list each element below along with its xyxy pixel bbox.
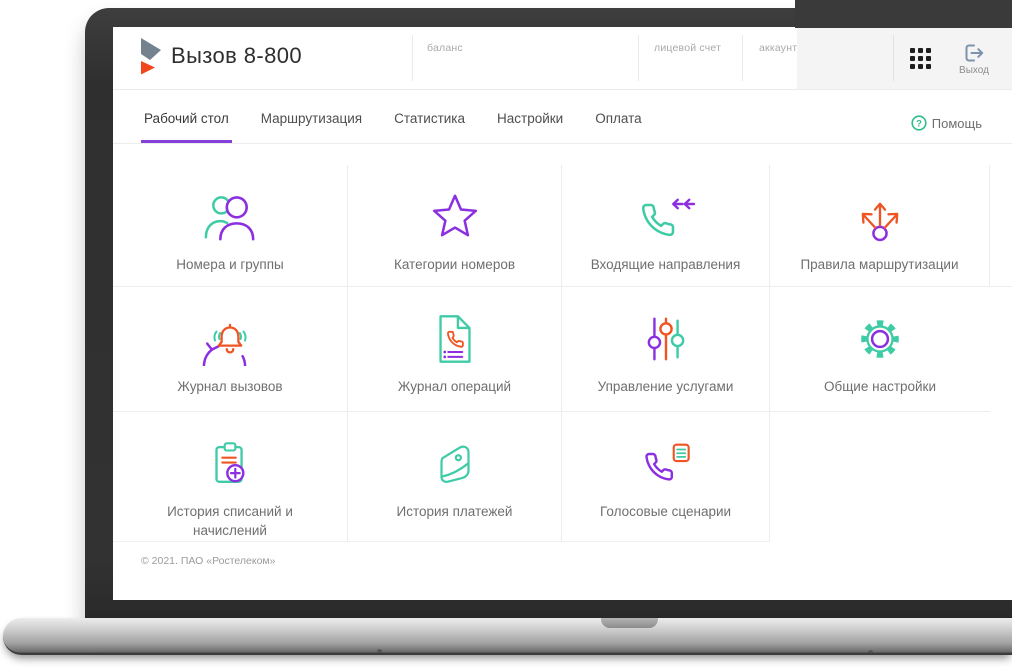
tab-statistics[interactable]: Статистика	[391, 111, 468, 143]
tile-number-categories[interactable]: Категории номеров	[348, 165, 562, 287]
logout-label: Выход	[959, 65, 989, 76]
tile-label: Общие настройки	[823, 379, 937, 394]
tile-general-settings[interactable]: Общие настройки	[770, 287, 990, 412]
operations-log-icon	[438, 315, 471, 363]
call-log-icon	[202, 323, 247, 366]
tile-label: Журнал вызовов	[177, 379, 283, 394]
tile-label: История списаний и начислений	[167, 503, 293, 539]
tile-service-management[interactable]: Управление услугами	[562, 287, 770, 412]
app-header: Вызов 8-800 баланс лицевой счет аккаунт	[113, 27, 1012, 90]
logout-icon	[965, 44, 984, 62]
tile-label: Журнал операций	[397, 379, 512, 394]
logout-button[interactable]: Выход	[951, 42, 997, 76]
grid-icon	[910, 48, 931, 69]
gear-icon	[861, 320, 899, 358]
footer-copyright: © 2021. ПАО «Ростелеком»	[141, 555, 276, 567]
sliders-icon	[647, 317, 684, 361]
tile-call-log[interactable]: Журнал вызовов	[113, 287, 348, 412]
tile-payment-history[interactable]: История платежей	[348, 412, 562, 542]
tile-charges-history[interactable]: История списаний и начислений	[113, 412, 348, 542]
tab-bar: Рабочий стол Маршрутизация Статистика На…	[113, 90, 1012, 144]
header-field-personal-account: лицевой счет	[654, 42, 722, 54]
divider	[742, 35, 743, 81]
divider	[638, 35, 639, 81]
tab-routing[interactable]: Маршрутизация	[258, 111, 365, 143]
laptop-lid: Вызов 8-800 баланс лицевой счет аккаунт	[85, 8, 1012, 620]
tile-operations-log[interactable]: Журнал операций	[348, 287, 562, 412]
routing-arrows-icon	[861, 202, 898, 242]
tile-label: Голосовые сценарии	[599, 504, 732, 519]
tile-voice-scenarios[interactable]: Голосовые сценарии	[562, 412, 770, 542]
laptop-hinge-notch	[601, 618, 658, 628]
tile-label: Номера и группы	[176, 257, 284, 272]
empty-cell	[990, 165, 1012, 287]
question-circle-icon: ?	[911, 115, 927, 131]
laptop-base	[3, 618, 1012, 655]
voice-script-icon	[644, 443, 690, 481]
laptop-foot-dot	[377, 649, 382, 653]
help-label: Помощь	[931, 115, 982, 131]
tile-label: Управление услугами	[597, 379, 734, 394]
empty-cell	[990, 412, 1012, 542]
divider	[412, 35, 413, 81]
tile-label: Категории номеров	[393, 257, 516, 272]
laptop-lid-top-right	[795, 0, 1012, 28]
header-field-balance: баланс	[427, 42, 463, 54]
svg-text:?: ?	[916, 118, 922, 129]
incoming-call-icon	[641, 198, 695, 237]
star-icon	[432, 194, 477, 237]
tile-routing-rules[interactable]: Правила маршрутизации	[770, 165, 990, 287]
rostelecom-logo-icon	[141, 38, 161, 75]
app-title: Вызов 8-800	[171, 43, 303, 68]
header-field-account: аккаунт	[759, 42, 798, 54]
tile-label: Правила маршрутизации	[800, 257, 959, 272]
empty-cell	[990, 287, 1012, 412]
empty-cell	[770, 412, 990, 542]
tile-numbers-and-groups[interactable]: Номера и группы	[113, 165, 348, 287]
divider	[893, 35, 894, 81]
tile-label: История платежей	[396, 504, 513, 519]
apps-grid-button[interactable]	[910, 48, 932, 70]
laptop-screen: Вызов 8-800 баланс лицевой счет аккаунт	[113, 27, 1012, 600]
tile-incoming-directions[interactable]: Входящие направления	[562, 165, 770, 287]
laptop-foot-dot	[868, 650, 873, 654]
tab-settings[interactable]: Настройки	[494, 111, 566, 143]
help-link[interactable]: ? Помощь	[911, 115, 982, 143]
tab-payment[interactable]: Оплата	[592, 111, 644, 143]
tab-desktop[interactable]: Рабочий стол	[141, 111, 232, 143]
tiles-grid: Номера и группы Категории номеров Входящ…	[113, 165, 1012, 542]
charges-history-icon	[215, 442, 245, 483]
users-icon	[204, 196, 255, 241]
tile-label: Входящие направления	[590, 257, 741, 272]
payments-history-icon	[439, 445, 470, 483]
